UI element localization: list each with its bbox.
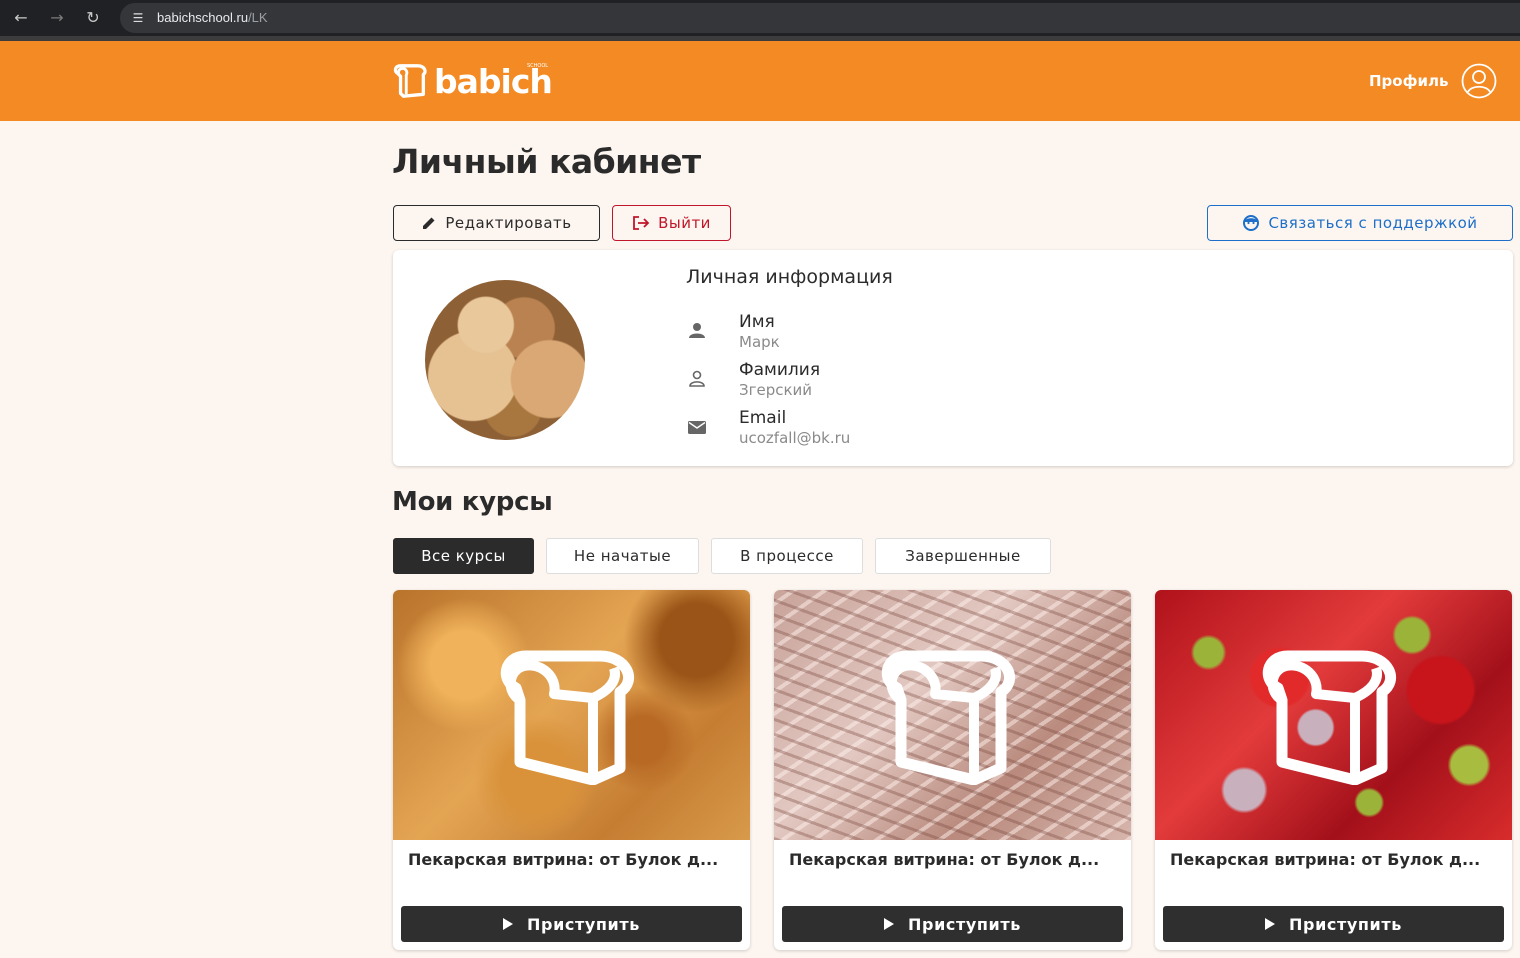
site-settings-icon[interactable]: ☰ — [130, 10, 146, 26]
address-bar[interactable]: ☰ babichschool.ru/LK — [120, 3, 1520, 33]
start-course-button[interactable]: Приступить — [782, 906, 1123, 942]
page-title: Личный кабинет — [392, 142, 701, 181]
play-icon — [503, 918, 514, 930]
personal-info-title: Личная информация — [686, 266, 893, 288]
logo[interactable]: babich SCHOOL — [392, 61, 553, 101]
tab-not-started[interactable]: Не начатые — [546, 538, 699, 574]
course-title[interactable]: Пекарская витрина: от Булок д... — [1170, 850, 1500, 869]
first-name-value: Марк — [739, 333, 780, 351]
person-icon — [689, 323, 705, 338]
edit-button-label: Редактировать — [445, 214, 572, 232]
logo-superscript: SCHOOL — [527, 63, 549, 69]
bread-logo-icon — [393, 64, 427, 98]
my-courses-title: Мои курсы — [392, 487, 553, 517]
course-card[interactable]: Пекарская витрина: от Булок д... Приступ… — [1155, 590, 1512, 950]
course-title[interactable]: Пекарская витрина: от Булок д... — [789, 850, 1119, 869]
personal-info-card: Личная информация Имя Марк Фамилия Згерс… — [393, 250, 1513, 466]
contact-support-label: Связаться с поддержкой — [1268, 214, 1478, 232]
tab-all-courses[interactable]: Все курсы — [393, 538, 534, 574]
reload-icon[interactable]: ↻ — [83, 8, 103, 28]
url-path: /LK — [248, 10, 268, 25]
tab-in-progress[interactable]: В процессе — [711, 538, 863, 574]
first-name-label: Имя — [739, 312, 775, 332]
start-course-label: Приступить — [1289, 914, 1402, 934]
support-agent-icon — [1243, 215, 1260, 231]
pencil-icon — [423, 217, 435, 229]
browser-toolbar: ← → ↻ ☰ babichschool.ru/LK — [0, 0, 1520, 36]
logout-icon — [633, 216, 650, 230]
email-value: ucozfall@bk.ru — [739, 429, 851, 447]
play-icon — [1265, 918, 1276, 930]
last-name-label: Фамилия — [739, 360, 821, 380]
course-cover-image[interactable] — [1155, 590, 1512, 840]
url-text: babichschool.ru/LK — [157, 10, 268, 25]
bread-icon — [881, 650, 1016, 785]
start-course-label: Приступить — [908, 914, 1021, 934]
start-course-button[interactable]: Приступить — [1163, 906, 1504, 942]
person-outline-icon — [689, 370, 705, 387]
start-course-label: Приступить — [527, 914, 640, 934]
course-card[interactable]: Пекарская витрина: от Булок д... Приступ… — [774, 590, 1131, 950]
edit-button[interactable]: Редактировать — [393, 205, 600, 241]
url-host: babichschool.ru — [157, 10, 249, 25]
logout-button-label: Выйти — [658, 214, 711, 232]
last-name-value: Згерский — [739, 381, 813, 399]
course-title[interactable]: Пекарская витрина: от Булок д... — [408, 850, 738, 869]
tab-completed[interactable]: Завершенные — [875, 538, 1051, 574]
profile-photo — [425, 280, 585, 440]
contact-support-button[interactable]: Связаться с поддержкой — [1207, 205, 1513, 241]
site-header: babich SCHOOL Профиль — [0, 41, 1520, 121]
email-label: Email — [739, 408, 787, 428]
back-arrow-icon[interactable]: ← — [11, 8, 31, 28]
bread-icon — [1262, 650, 1397, 785]
logout-button[interactable]: Выйти — [612, 205, 731, 241]
play-icon — [884, 918, 895, 930]
course-card[interactable]: Пекарская витрина: от Булок д... Приступ… — [393, 590, 750, 950]
user-avatar-icon[interactable] — [1461, 63, 1497, 99]
bread-icon — [500, 650, 635, 785]
start-course-button[interactable]: Приступить — [401, 906, 742, 942]
course-cover-image[interactable] — [393, 590, 750, 840]
forward-arrow-icon[interactable]: → — [47, 8, 67, 28]
course-cover-image[interactable] — [774, 590, 1131, 840]
profile-link[interactable]: Профиль — [1369, 72, 1448, 90]
mail-icon — [688, 421, 706, 434]
